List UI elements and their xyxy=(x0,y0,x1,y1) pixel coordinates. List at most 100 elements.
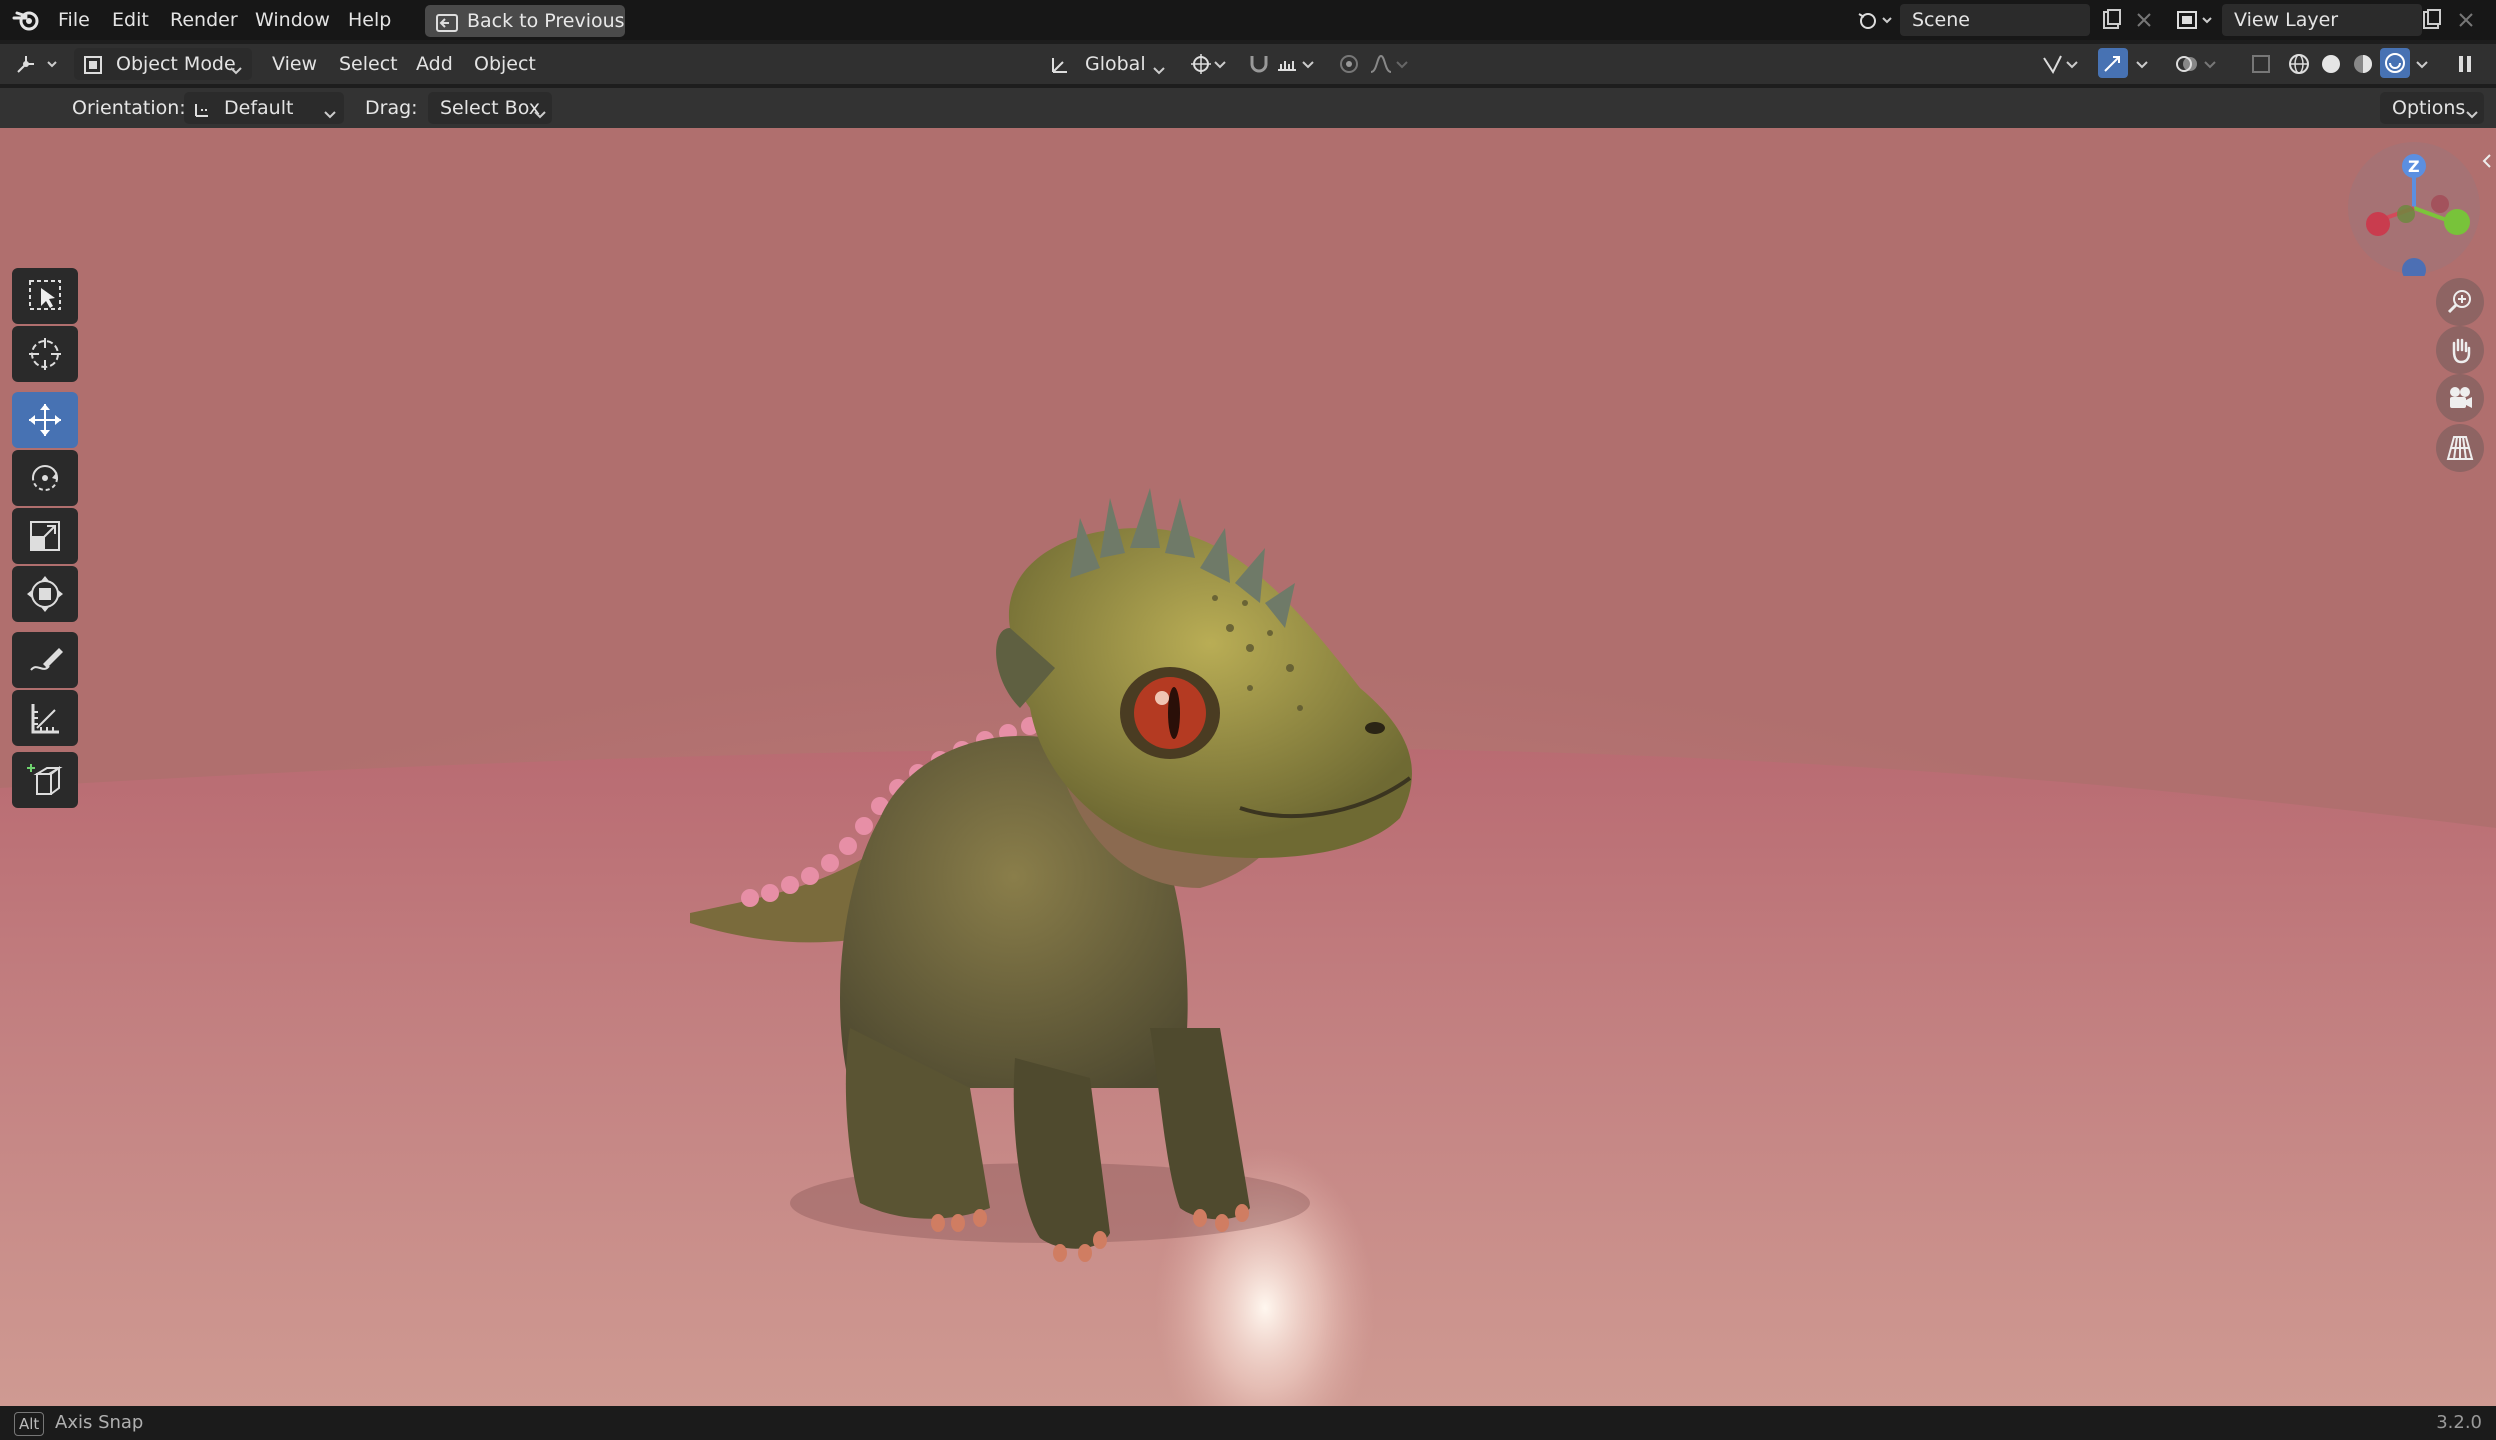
cursor-icon xyxy=(29,338,61,370)
menu-render[interactable]: Render xyxy=(170,9,238,31)
scene-browse-icon[interactable] xyxy=(1855,8,1895,32)
pan-view-button[interactable] xyxy=(2436,326,2484,374)
options-label: Options xyxy=(2392,97,2466,119)
header-menu-select[interactable]: Select xyxy=(339,53,398,75)
back-to-previous-button[interactable]: Back to Previous xyxy=(425,5,625,37)
scene-new-icon[interactable] xyxy=(2100,8,2124,32)
scale-icon xyxy=(30,521,60,551)
transform-orientation-dropdown[interactable]: Global xyxy=(1045,48,1171,80)
drag-dropdown[interactable]: Select Box xyxy=(428,92,552,124)
editor-type-icon[interactable] xyxy=(14,52,62,76)
orientation-value: Default xyxy=(224,97,294,119)
menu-help[interactable]: Help xyxy=(348,9,391,31)
pause-icon[interactable] xyxy=(2450,50,2480,78)
drag-value: Select Box xyxy=(440,97,540,119)
chevron-down-icon[interactable] xyxy=(2202,50,2218,78)
snap-magnet-icon[interactable] xyxy=(1244,50,1274,78)
transform-tool[interactable] xyxy=(12,566,78,622)
chevron-down-icon xyxy=(532,100,548,119)
header-menu-view[interactable]: View xyxy=(272,53,317,75)
transform-icon xyxy=(27,576,63,612)
chevron-down-icon xyxy=(1151,56,1167,75)
proportional-editing-icon[interactable] xyxy=(1334,50,1364,78)
status-bar: Alt Axis Snap 3.2.0 xyxy=(0,1406,2496,1440)
select-box-icon xyxy=(29,280,61,310)
add-cube-tool[interactable] xyxy=(12,752,78,808)
toggle-perspective-button[interactable] xyxy=(2436,424,2484,472)
gizmo-toggle-icon[interactable] xyxy=(2098,48,2128,78)
mode-label: Object Mode xyxy=(116,53,236,75)
snap-increment-icon[interactable] xyxy=(1272,50,1302,78)
navigation-gizmo[interactable]: Z xyxy=(2346,140,2482,276)
status-hint: Axis Snap xyxy=(55,1412,144,1433)
perspective-grid-icon xyxy=(2446,436,2474,460)
blender-logo-icon[interactable] xyxy=(12,8,40,32)
view-layer-browse-icon[interactable] xyxy=(2175,8,2215,32)
header-menu-object[interactable]: Object xyxy=(474,53,536,75)
shading-wireframe-icon[interactable] xyxy=(2284,50,2314,78)
scale-tool[interactable] xyxy=(12,508,78,564)
chevron-down-icon xyxy=(322,100,338,119)
rotate-icon xyxy=(32,465,58,491)
version-label: 3.2.0 xyxy=(2436,1412,2482,1433)
orientation-dropdown[interactable]: Default xyxy=(184,92,344,124)
menu-file[interactable]: File xyxy=(58,9,90,31)
sidebar-toggle-icon[interactable] xyxy=(2480,152,2494,170)
shading-rendered-icon[interactable] xyxy=(2380,48,2410,78)
chevron-down-icon[interactable] xyxy=(1394,50,1410,78)
move-tool[interactable] xyxy=(12,392,78,448)
measure-ruler-icon xyxy=(31,704,59,734)
add-cube-icon xyxy=(27,764,63,795)
header-menu-add[interactable]: Add xyxy=(416,53,453,75)
annotate-pencil-icon xyxy=(30,648,63,671)
gizmo-z-label: Z xyxy=(2408,157,2420,176)
camera-view-button[interactable] xyxy=(2436,374,2484,422)
view-layer-close-icon[interactable] xyxy=(2456,10,2476,30)
options-dropdown[interactable]: Options xyxy=(2380,92,2484,124)
scene-name-field[interactable]: Scene xyxy=(1900,4,2090,36)
chevron-down-icon[interactable] xyxy=(2064,50,2080,78)
scene-name: Scene xyxy=(1912,9,1970,31)
view-layer-name-field[interactable]: View Layer xyxy=(2222,4,2422,36)
overlays-icon[interactable] xyxy=(2172,50,2202,78)
alt-key-badge: Alt xyxy=(14,1412,45,1436)
tool-options-bar: Orientation: Default Drag: Select Box Op… xyxy=(0,88,2496,128)
cursor-tool[interactable] xyxy=(12,326,78,382)
shading-material-icon[interactable] xyxy=(2348,50,2378,78)
viewport-header: Object Mode View Select Add Object Globa… xyxy=(0,44,2496,84)
3d-viewport[interactable]: Z xyxy=(0,128,2496,1408)
zoom-magnifier-icon xyxy=(2447,290,2471,314)
transform-orientation-label: Global xyxy=(1085,53,1146,75)
view-layer-name: View Layer xyxy=(2234,9,2339,31)
move-arrows-icon xyxy=(29,404,61,436)
camera-icon xyxy=(2450,387,2472,408)
chevron-down-icon xyxy=(228,56,244,75)
object-mode-icon xyxy=(82,54,104,76)
view-layer-new-icon[interactable] xyxy=(2420,8,2444,32)
chevron-down-icon[interactable] xyxy=(2134,50,2150,78)
shading-solid-icon[interactable] xyxy=(2316,50,2346,78)
menu-edit[interactable]: Edit xyxy=(112,9,149,31)
back-icon xyxy=(435,11,459,32)
zoom-view-button[interactable] xyxy=(2436,278,2484,326)
xray-toggle-icon[interactable] xyxy=(2246,50,2276,78)
back-button-label: Back to Previous xyxy=(467,10,625,32)
annotate-tool[interactable] xyxy=(12,632,78,688)
chevron-down-icon[interactable] xyxy=(1300,50,1316,78)
scene-close-icon[interactable] xyxy=(2134,10,2154,30)
chevron-down-icon xyxy=(2464,100,2480,119)
orientation-axes-icon xyxy=(1049,54,1071,76)
measure-tool[interactable] xyxy=(12,690,78,746)
drag-label: Drag: xyxy=(365,97,418,119)
falloff-curve-icon[interactable] xyxy=(1366,50,1396,78)
top-bar: File Edit Render Window Help Back to Pre… xyxy=(0,0,2496,40)
dinosaur-model[interactable] xyxy=(680,378,1440,1278)
hand-icon xyxy=(2452,338,2471,364)
menu-window[interactable]: Window xyxy=(255,9,330,31)
chevron-down-icon[interactable] xyxy=(2414,50,2430,78)
mode-dropdown[interactable]: Object Mode xyxy=(74,48,252,80)
select-box-tool[interactable] xyxy=(12,268,78,324)
orientation-label: Orientation: xyxy=(72,97,186,119)
chevron-down-icon[interactable] xyxy=(1212,50,1228,78)
rotate-tool[interactable] xyxy=(12,450,78,506)
